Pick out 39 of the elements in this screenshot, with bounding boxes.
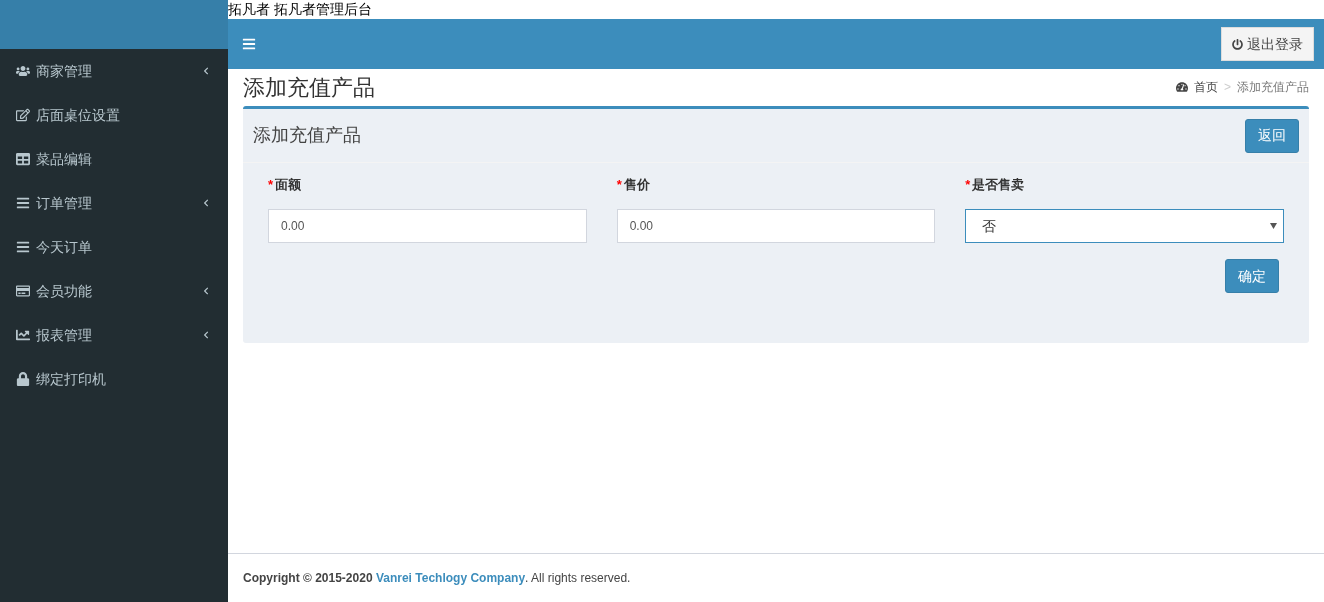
lock-icon (16, 372, 30, 386)
company-link[interactable]: Vanrei Techlogy Company (375, 571, 526, 585)
field-label: 是否售卖 (972, 176, 1025, 195)
users-icon (16, 64, 30, 78)
dashboard-icon (1176, 81, 1188, 93)
required-asterisk: * (268, 176, 274, 195)
menu-icon[interactable] (242, 37, 256, 51)
sidebar-item[interactable]: 会员功能 (0, 269, 228, 313)
input-field[interactable]: 0.00 (268, 209, 587, 243)
footer-text: Copyright © 2015-2020 Vanrei Techlogy Company. All rights reserved. (243, 570, 631, 587)
field-label: 面额 (275, 176, 302, 195)
credit-card-icon (16, 284, 30, 298)
sidebar-item[interactable]: 店面桌位设置 (0, 93, 228, 137)
sidebar-item[interactable]: 菜品编辑 (0, 137, 228, 181)
dropdown-caret-icon (1270, 223, 1277, 229)
page-heading: 添加充值产品 (243, 73, 375, 102)
breadcrumb-link[interactable]: 首页 (1194, 78, 1218, 96)
breadcrumb-current: 添加充值产品 (1237, 79, 1309, 96)
power-icon (1232, 38, 1243, 50)
sidebar-item[interactable]: 订单管理 (0, 181, 228, 225)
table-icon (16, 152, 30, 166)
input-field[interactable]: 0.00 (616, 209, 936, 243)
card-title: 添加充值产品 (253, 124, 361, 147)
line-chart-icon (16, 328, 30, 342)
breadcrumb-separator: > (1224, 79, 1231, 96)
required-asterisk: * (616, 176, 622, 195)
list-icon (16, 240, 30, 254)
sidebar-item[interactable]: 商家管理 (0, 49, 228, 93)
back-button[interactable]: 返回 (1245, 118, 1299, 153)
select-field[interactable]: 否 (965, 209, 1284, 243)
logout-button[interactable]: 退出登录 (1221, 27, 1314, 61)
required-asterisk: * (965, 176, 971, 195)
list-icon (16, 196, 30, 210)
field-label: 售价 (623, 176, 650, 195)
sidebar-item[interactable]: 今天订单 (0, 225, 228, 269)
sidebar-item[interactable]: 绑定打印机 (0, 357, 228, 401)
confirm-button[interactable]: 确定 (1225, 259, 1279, 293)
sidebar-item[interactable]: 报表管理 (0, 313, 228, 357)
edit-icon (16, 108, 30, 122)
